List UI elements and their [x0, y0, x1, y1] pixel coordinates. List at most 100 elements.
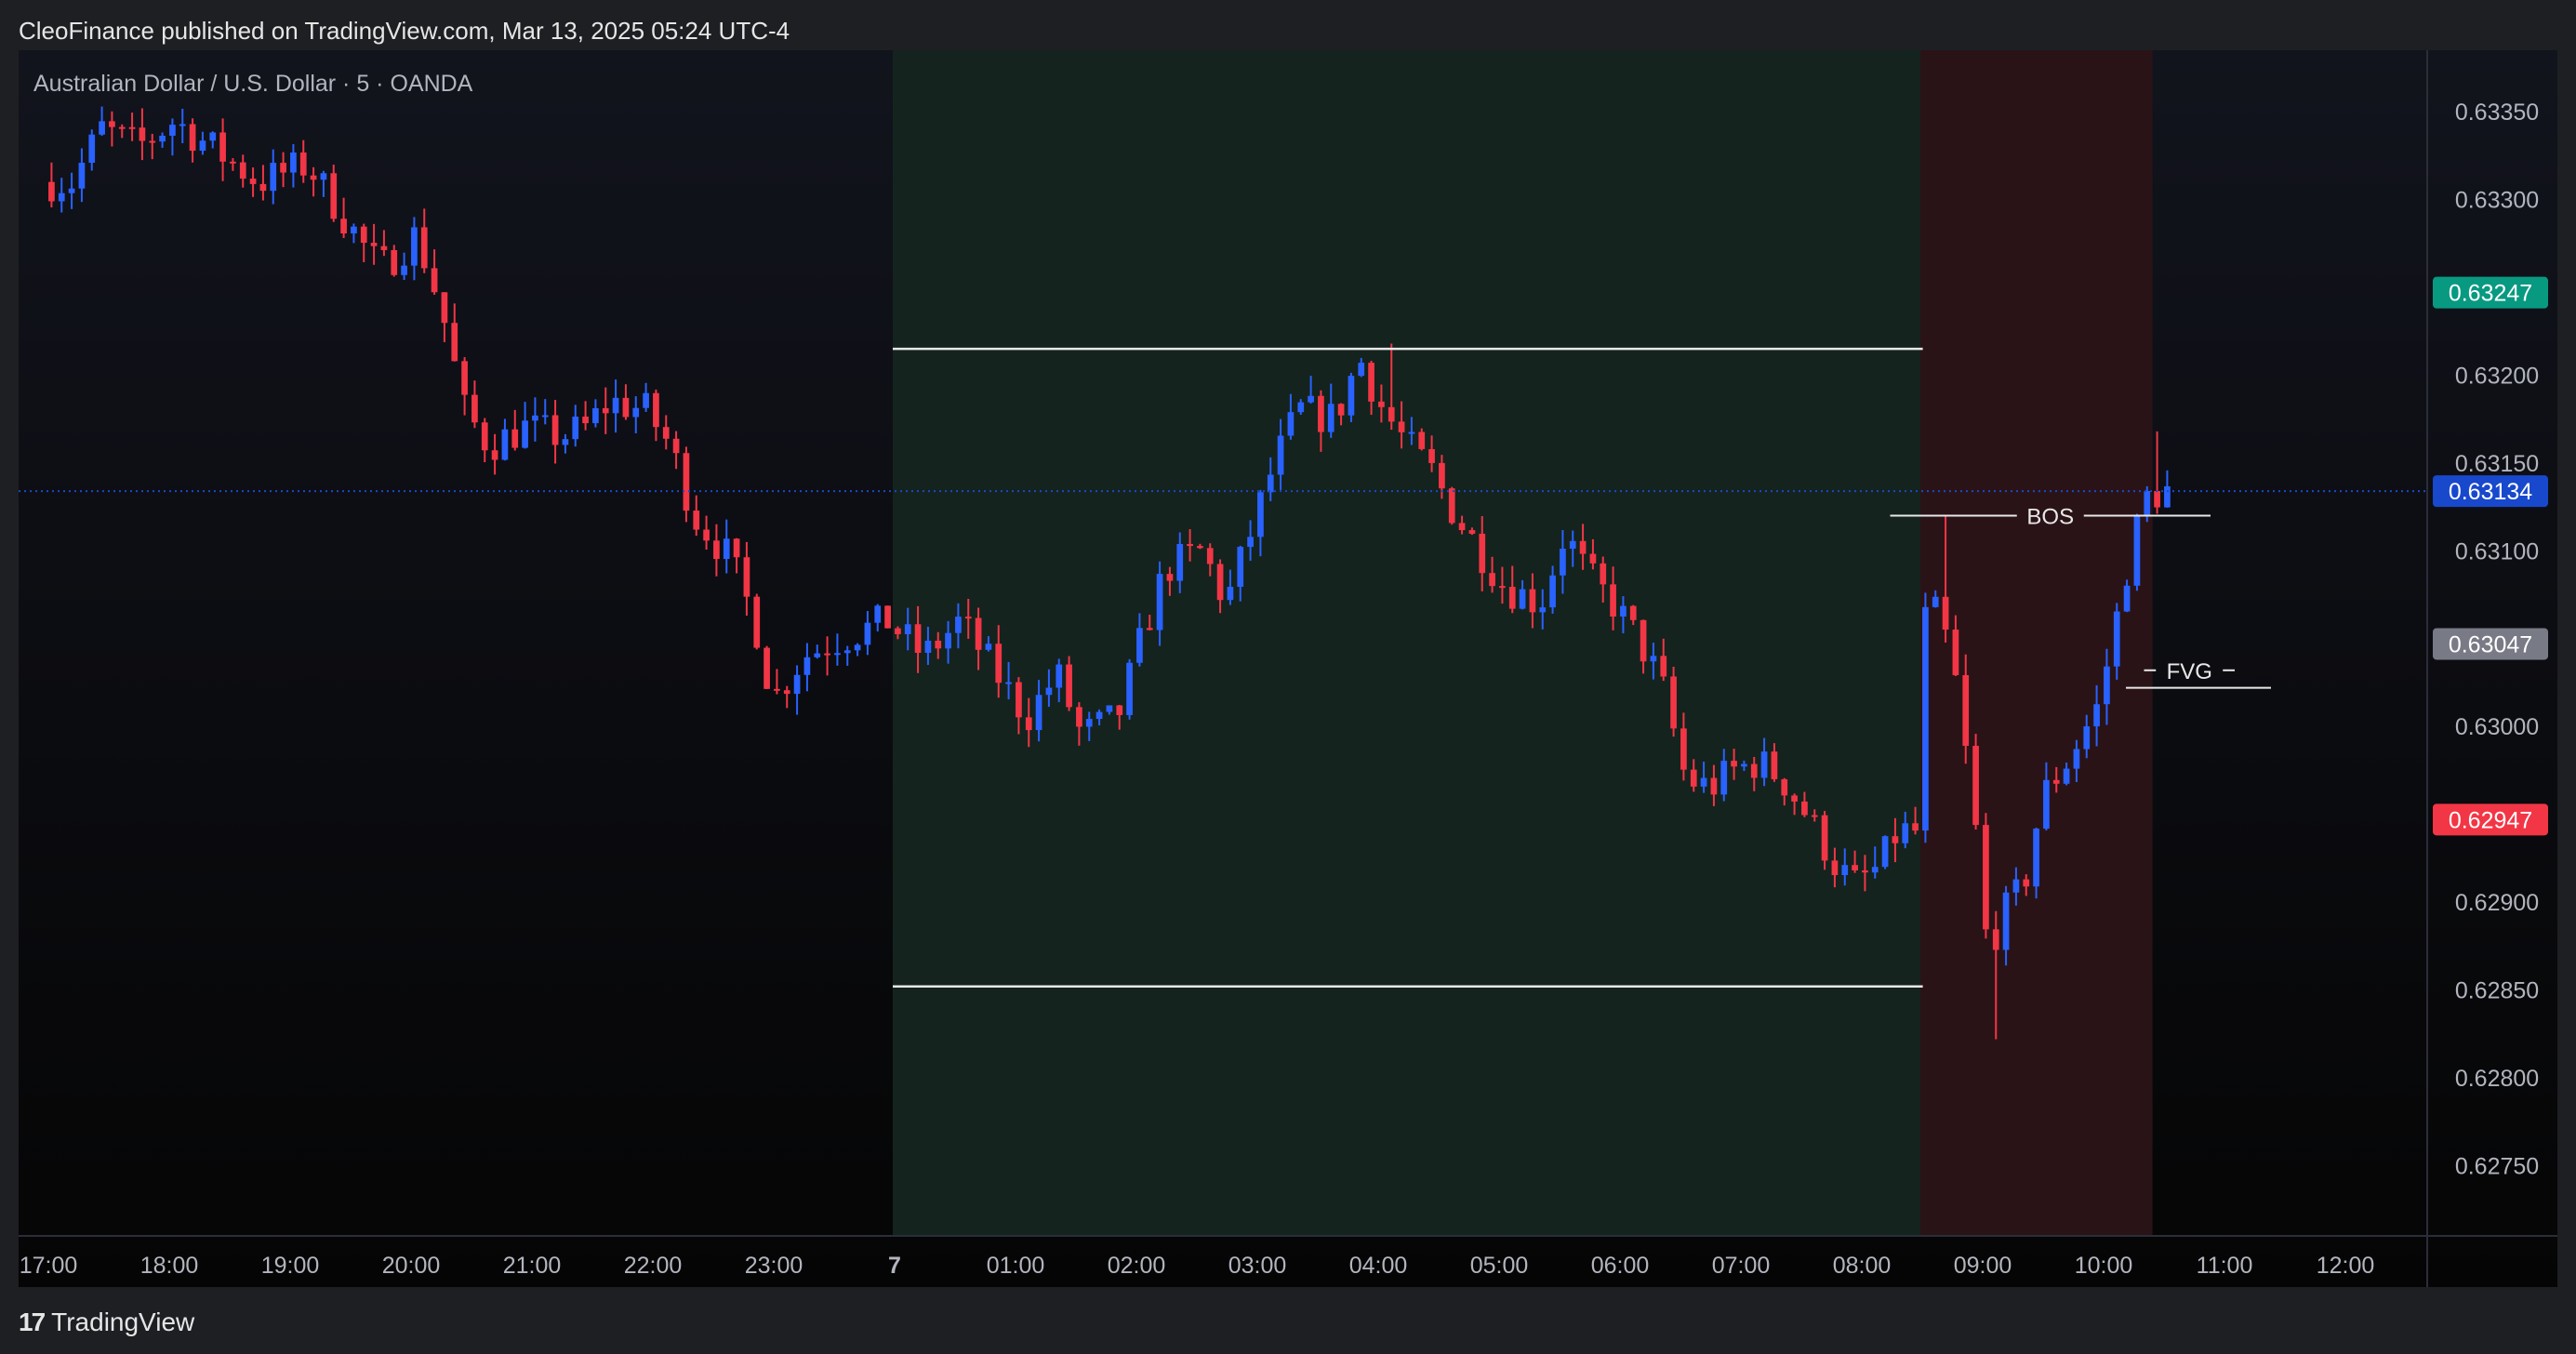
x-tick-label: 22:00 — [624, 1253, 683, 1279]
candle-body-65 — [703, 529, 710, 541]
candle-body-49 — [541, 415, 549, 418]
candle-body-161 — [1670, 676, 1677, 729]
candle-body-33 — [380, 246, 388, 250]
candle-body-95 — [1005, 682, 1012, 684]
candle-body-160 — [1660, 656, 1667, 677]
x-tick-label: 01:00 — [987, 1253, 1045, 1279]
candle-body-156 — [1620, 605, 1627, 617]
candle-body-99 — [1045, 687, 1053, 696]
candle-body-162 — [1680, 728, 1687, 770]
candle-body-155 — [1610, 584, 1616, 617]
candle-body-72 — [774, 688, 780, 691]
candle-body-55 — [602, 407, 609, 414]
candle-body-104 — [1095, 711, 1103, 720]
candle-body-174 — [1801, 801, 1808, 816]
candle-body-165 — [1710, 777, 1718, 795]
tradingview-logo-icon: 17 — [19, 1308, 46, 1336]
candle-body-112 — [1176, 543, 1184, 581]
candle-body-32 — [370, 243, 378, 246]
candle-body-28 — [330, 173, 338, 219]
candle-body-152 — [1579, 540, 1587, 554]
candle-body-206 — [2123, 585, 2131, 612]
candle-body-140 — [1458, 523, 1466, 531]
candle-body-184 — [1902, 823, 1909, 843]
x-tick-label: 7 — [888, 1253, 901, 1279]
x-tick-label: 19:00 — [261, 1253, 320, 1279]
candle-body-100 — [1056, 664, 1063, 688]
candle-body-105 — [1106, 705, 1113, 712]
candle-body-190 — [1962, 675, 1970, 747]
candle-body-164 — [1700, 777, 1707, 787]
candle-body-182 — [1881, 836, 1889, 868]
candle-body-58 — [632, 407, 640, 418]
annotation-label-fvg: FVG — [2167, 659, 2212, 684]
price-label-text: 0.63247 — [2449, 281, 2532, 307]
candle-body-176 — [1821, 815, 1828, 861]
candle-body-196 — [2023, 879, 2030, 887]
y-tick-label: 0.63200 — [2455, 363, 2539, 389]
candle-body-20 — [249, 179, 257, 184]
candle-body-134 — [1398, 421, 1405, 432]
candle-body-4 — [88, 134, 96, 163]
candle-body-17 — [219, 132, 226, 162]
candle-body-173 — [1791, 795, 1798, 802]
tradingview-brand[interactable]: 17 TradingView — [19, 1308, 194, 1337]
candle-body-132 — [1378, 401, 1385, 407]
y-tick-label: 0.63300 — [2455, 188, 2539, 214]
candle-body-102 — [1076, 707, 1082, 727]
candle-body-68 — [733, 538, 740, 558]
candle-body-170 — [1760, 751, 1768, 778]
candle-body-189 — [1952, 630, 1959, 676]
candle-body-143 — [1489, 573, 1495, 587]
candlestick-chart[interactable]: BOS FVG 0.63350 0.63300 0.63200 0.63150 0.6310… — [19, 50, 2557, 1287]
chart-panel[interactable]: BOS FVG 0.63350 0.63300 0.63200 0.63150 0.6310… — [19, 50, 2557, 1287]
candle-body-15 — [199, 140, 206, 152]
candle-body-139 — [1448, 488, 1455, 524]
candle-body-8 — [128, 126, 136, 129]
candle-body-37 — [420, 227, 428, 269]
candle-body-75 — [803, 657, 811, 675]
candle-body-166 — [1720, 761, 1728, 795]
candle-body-194 — [2002, 892, 2010, 950]
candle-body-97 — [1025, 717, 1032, 731]
candle-body-47 — [522, 420, 528, 448]
candle-body-31 — [360, 226, 367, 244]
candle-body-109 — [1146, 628, 1153, 631]
candle-body-188 — [1942, 596, 1949, 631]
chart-symbol-title[interactable]: Australian Dollar / U.S. Dollar · 5 · OA… — [33, 71, 472, 98]
candle-body-34 — [391, 249, 398, 275]
y-tick-label: 0.62750 — [2455, 1153, 2539, 1179]
candle-body-205 — [2113, 611, 2120, 667]
candle-body-27 — [320, 173, 327, 180]
candle-body-30 — [351, 226, 357, 233]
candle-body-66 — [713, 540, 720, 560]
candle-body-110 — [1156, 574, 1163, 631]
candle-body-93 — [985, 644, 992, 650]
candle-body-44 — [491, 450, 498, 460]
candle-body-13 — [179, 124, 186, 126]
candle-body-80 — [854, 644, 861, 651]
candle-body-94 — [995, 644, 1003, 684]
candle-body-125 — [1308, 395, 1314, 403]
candle-body-133 — [1388, 406, 1395, 422]
x-tick-label: 09:00 — [1954, 1253, 2012, 1279]
x-tick-label: 07:00 — [1712, 1253, 1771, 1279]
candle-body-204 — [2104, 666, 2110, 705]
x-tick-label: 06:00 — [1591, 1253, 1650, 1279]
candle-body-154 — [1600, 563, 1607, 585]
candle-body-87 — [924, 640, 932, 653]
candle-body-60 — [653, 392, 659, 428]
x-tick-label: 08:00 — [1833, 1253, 1892, 1279]
candle-body-91 — [964, 617, 972, 619]
candle-body-126 — [1318, 395, 1324, 432]
candle-body-76 — [814, 653, 821, 657]
candle-body-7 — [118, 126, 126, 129]
candle-body-45 — [501, 429, 509, 460]
candle-body-51 — [562, 439, 569, 445]
candle-body-191 — [1972, 746, 1979, 826]
price-label-text: 0.62947 — [2449, 807, 2532, 833]
candle-body-178 — [1841, 865, 1849, 876]
candle-body-6 — [109, 121, 115, 127]
candle-body-135 — [1408, 431, 1415, 434]
candle-body-119 — [1247, 537, 1254, 548]
